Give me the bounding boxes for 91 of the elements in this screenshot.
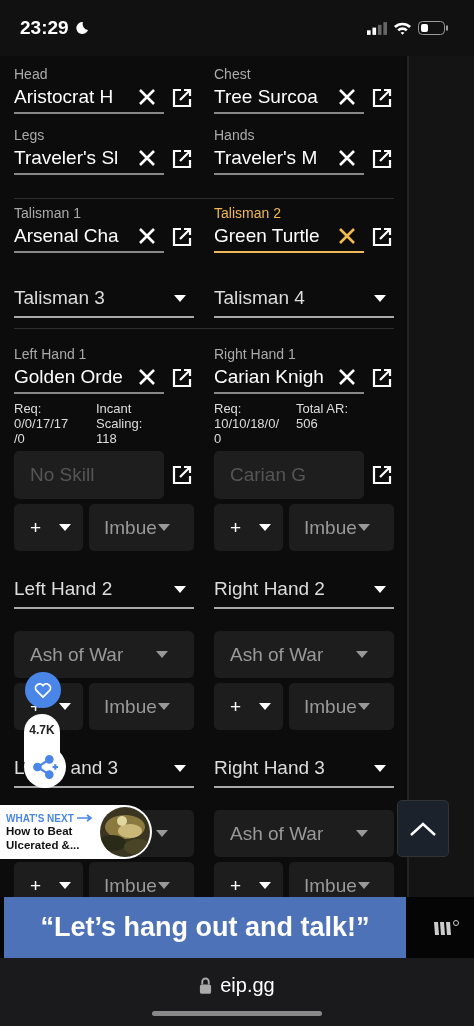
signal-icon <box>367 21 387 35</box>
ad-banner[interactable]: “Let’s hang out and talk!” <box>4 897 406 958</box>
caret-icon <box>259 524 271 531</box>
lock-icon <box>199 977 213 994</box>
item-field[interactable]: Arsenal Cha <box>14 221 164 253</box>
field-label: Chest <box>214 66 252 82</box>
open-external-icon[interactable] <box>172 149 192 169</box>
imbue-dropdown[interactable]: Imbue <box>289 862 394 897</box>
caret-icon <box>358 703 370 710</box>
clock-time: 23:29 <box>20 17 69 39</box>
caret-icon <box>59 703 71 710</box>
caret-icon <box>374 585 386 593</box>
dropdown[interactable]: Talisman 3 <box>14 280 194 318</box>
caret-icon <box>158 703 170 710</box>
dropdown[interactable]: Right Hand 2 <box>214 571 394 609</box>
field-label: Legs <box>14 127 46 143</box>
caret-icon <box>158 524 170 531</box>
logo-icon <box>432 918 460 937</box>
caret-icon <box>174 294 186 302</box>
upgrade-dropdown[interactable]: + <box>214 862 283 897</box>
upgrade-dropdown[interactable]: + <box>214 504 283 551</box>
open-external-icon[interactable] <box>172 88 192 108</box>
field-label: Talisman 1 <box>14 205 82 221</box>
dropdown[interactable]: Talisman 4 <box>214 280 394 318</box>
caret-icon <box>374 764 386 772</box>
caret-icon <box>374 294 386 302</box>
open-external-icon[interactable] <box>372 227 392 247</box>
caret-icon <box>156 830 168 837</box>
imbue-dropdown[interactable]: Imbue <box>289 683 394 730</box>
caret-icon <box>358 882 370 889</box>
imbue-dropdown[interactable]: Imbue <box>89 862 194 897</box>
open-external-icon[interactable] <box>172 227 192 247</box>
item-field[interactable]: Tree Surcoa <box>214 82 364 114</box>
open-external-icon[interactable] <box>372 368 392 388</box>
chevron-up-icon <box>409 820 437 837</box>
open-external-icon[interactable] <box>372 88 392 108</box>
wifi-icon <box>393 21 412 35</box>
field-label: Head <box>14 66 49 82</box>
caret-icon <box>174 764 186 772</box>
scroll-to-top-button[interactable] <box>397 800 449 857</box>
caret-icon <box>259 882 271 889</box>
imbue-dropdown[interactable]: Imbue <box>289 504 394 551</box>
field-label: Talisman 2 <box>214 205 282 221</box>
open-external-icon[interactable] <box>172 465 192 485</box>
ash-of-war-dropdown[interactable]: Ash of War <box>214 810 394 857</box>
imbue-dropdown[interactable]: Imbue <box>89 504 194 551</box>
dropdown[interactable]: Right Hand 3 <box>214 750 394 788</box>
heart-icon <box>34 682 52 698</box>
field-label: Left Hand 1 <box>14 346 88 362</box>
close-icon[interactable] <box>338 227 356 245</box>
item-field[interactable]: Green Turtle <box>214 221 364 253</box>
battery-icon <box>418 21 448 35</box>
item-field[interactable]: Golden Orde <box>14 362 164 394</box>
caret-icon <box>59 524 71 531</box>
dropdown-text: and 3 <box>70 757 119 779</box>
dropdown-text: L <box>14 757 25 779</box>
dropdown[interactable]: Left Hand 2 <box>14 571 194 609</box>
imbue-dropdown[interactable]: Imbue <box>89 683 194 730</box>
caret-icon <box>356 651 368 658</box>
field-label: Hands <box>214 127 256 143</box>
whats-next-toast[interactable]: WHAT'S NEXT How to Beat Ulcerated &... <box>0 805 152 859</box>
caret-icon <box>158 882 170 889</box>
arrow-icon <box>76 814 93 822</box>
caret-icon <box>356 830 368 837</box>
whats-next-heading: WHAT'S NEXT <box>6 812 93 824</box>
caret-icon <box>358 524 370 531</box>
upgrade-dropdown[interactable]: + <box>14 504 83 551</box>
open-external-icon[interactable] <box>372 149 392 169</box>
caret-icon <box>59 882 71 889</box>
caret-icon <box>174 585 186 593</box>
caret-icon <box>156 651 168 658</box>
stat-text: Req: 0/0/17/17 /0 <box>14 401 70 448</box>
stat-text: Req: 10/10/18/0/ 0 <box>214 401 281 448</box>
upgrade-dropdown[interactable]: + <box>14 862 83 897</box>
stat-text: Total AR: 506 <box>296 401 349 433</box>
field-label: Right Hand 1 <box>214 346 297 362</box>
share-icon <box>32 754 58 780</box>
ash-of-war-dropdown[interactable]: Ash of War <box>214 631 394 678</box>
open-external-icon[interactable] <box>172 368 192 388</box>
item-field[interactable]: Traveler's M <box>214 143 364 175</box>
upgrade-dropdown[interactable]: + <box>214 683 283 730</box>
caret-icon <box>259 703 271 710</box>
moon-icon <box>74 21 89 35</box>
article-title: How to Beat Ulcerated &... <box>6 823 81 852</box>
stat-text: Incant Scaling: 118 <box>96 401 143 448</box>
open-external-icon[interactable] <box>372 465 392 485</box>
item-field[interactable]: Aristocrat H <box>14 82 164 114</box>
item-field[interactable]: Carian Knigh <box>214 362 364 394</box>
ash-of-war-dropdown[interactable]: Ash of War <box>14 631 194 678</box>
url-text[interactable]: eip.gg <box>220 974 275 997</box>
item-field[interactable]: Traveler's Sl <box>14 143 164 175</box>
